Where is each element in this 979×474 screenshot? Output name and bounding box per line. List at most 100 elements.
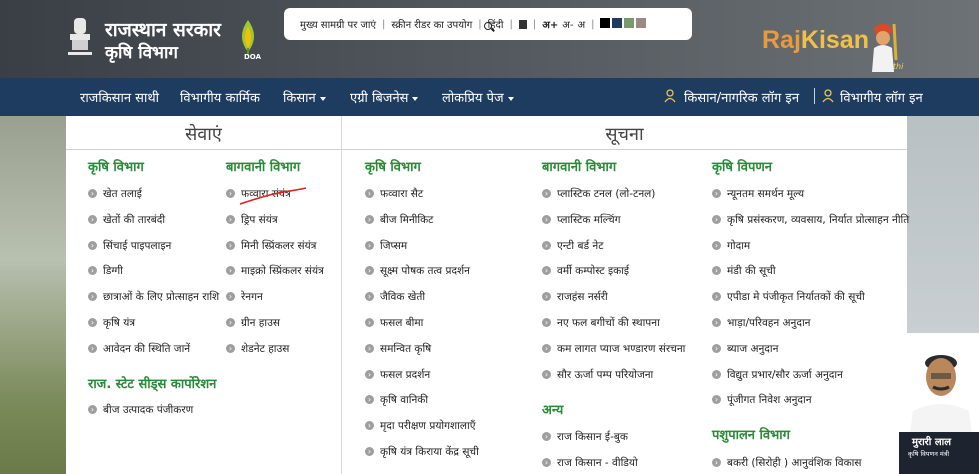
- info-other-item[interactable]: राज किसान - वीडियो: [542, 456, 638, 470]
- minister-portrait-icon: [903, 333, 979, 441]
- services-title-underline: [66, 149, 341, 150]
- info-agri-item[interactable]: फव्वारा सैट: [365, 187, 423, 201]
- info-market-item[interactable]: पूंजीगत निवेश अनुदान: [712, 393, 812, 407]
- services-horti-item[interactable]: ड्रिप संयंत्र: [226, 213, 278, 227]
- services-agri-item[interactable]: सिंचाई पाइपलाइन: [88, 239, 171, 253]
- chevron-down-icon: [412, 96, 419, 101]
- chevron-down-icon: [319, 96, 326, 101]
- info-agri-item[interactable]: सूक्ष्म पोषक तत्व प्रदर्शन: [365, 264, 470, 278]
- minister-name: मुरारी लाल: [912, 437, 951, 448]
- minister-photo: [903, 333, 979, 441]
- contrast-swatch-2[interactable]: [624, 17, 635, 28]
- info-horti-item[interactable]: प्लास्टिक टनल (लो-टनल): [542, 187, 655, 201]
- services-seeds-item[interactable]: बीज उत्पादक पंजीकरण: [88, 403, 193, 417]
- info-horti-item[interactable]: कम लागत प्याज भण्डारण संरचना: [542, 342, 685, 356]
- skip-to-main-link[interactable]: मुख्य सामग्री पर जाएं: [300, 17, 376, 31]
- nav-departmental-staff[interactable]: विभागीय कार्मिक: [180, 88, 260, 106]
- logo-raj: Raj: [762, 26, 801, 54]
- services-horti-item[interactable]: मिनी स्प्रिंकलर संयंत्र: [226, 239, 316, 253]
- contrast-swatches: [600, 17, 648, 31]
- info-agri-item[interactable]: फसल बीमा: [365, 316, 423, 330]
- services-agri-item[interactable]: आवेदन की स्थिति जानें: [88, 342, 190, 356]
- services-agri-heading: कृषि विभाग: [88, 160, 144, 175]
- nav-popular-pages-label: लोकप्रिय पेज: [442, 91, 504, 106]
- services-horti-item[interactable]: रेनगन: [226, 290, 263, 304]
- info-market-item[interactable]: न्यूनतम समर्थन मूल्य: [712, 187, 804, 201]
- info-market-item[interactable]: गोदाम: [712, 239, 750, 253]
- services-agri-item[interactable]: छात्राओं के लिए प्रोत्साहन राशि: [88, 290, 219, 304]
- nav-rajkisan-saathi[interactable]: राजकिसान साथी: [80, 88, 159, 106]
- font-normal-button[interactable]: अ: [577, 17, 585, 31]
- chevron-down-icon: [507, 96, 514, 101]
- nav-divider: [814, 88, 815, 104]
- header-title-line2: कृषि विभाग: [105, 43, 178, 63]
- info-agri-item[interactable]: बीज मिनीकिट: [365, 213, 433, 227]
- main-navbar: राजकिसान साथी विभागीय कार्मिक किसान एग्र…: [0, 78, 979, 116]
- services-agri-item[interactable]: खेतों की तारबंदी: [88, 213, 165, 227]
- info-market-heading: कृषि विपणन: [712, 160, 772, 175]
- services-horti-heading: बागवानी विभाग: [226, 160, 301, 175]
- contrast-swatch-0[interactable]: [600, 17, 611, 28]
- info-animal-item[interactable]: बकरी (सिरोही ) आनुवंशिक विकास: [712, 456, 862, 470]
- nav-kisan-label: किसान: [283, 91, 316, 106]
- info-agri-item[interactable]: समन्वित कृषि: [365, 342, 431, 356]
- info-market-item[interactable]: एपीडा मे पंजीकृत निर्यातकों की सूची: [712, 290, 865, 304]
- services-agri-item[interactable]: डिग्गी: [88, 264, 123, 278]
- info-horti-item[interactable]: एन्टी बर्ड नेट: [542, 239, 604, 253]
- state-emblem-icon: [68, 18, 92, 55]
- info-agri-item[interactable]: कृषि यंत्र किराया केंद्र सूची: [365, 445, 479, 459]
- info-market-item[interactable]: विद्युत प्रभार/सौर ऊर्जा अनुदान: [712, 368, 843, 382]
- services-horti-item[interactable]: ग्रीन हाउस: [226, 316, 280, 330]
- info-other-heading: अन्य: [542, 403, 564, 418]
- services-horti-item[interactable]: शेडनेट हाउस: [226, 342, 289, 356]
- red-annotation-scribble: [239, 187, 307, 205]
- info-horti-item[interactable]: वर्मी कम्पोस्ट इकाई: [542, 264, 629, 278]
- info-market-item[interactable]: ब्याज अनुदान: [712, 342, 778, 356]
- kisan-mega-menu: सेवाएं सूचना कृषि विभाग खेत तलाई खेतों की…: [66, 116, 909, 474]
- contrast-swatch-1[interactable]: [612, 17, 623, 28]
- services-title: सेवाएं: [185, 124, 222, 145]
- sitemap-icon[interactable]: [518, 19, 527, 29]
- info-agri-item[interactable]: जैविक खेती: [365, 290, 425, 304]
- info-agri-item[interactable]: फसल प्रदर्शन: [365, 368, 430, 382]
- info-agri-heading: कृषि विभाग: [365, 160, 421, 175]
- info-title: सूचना: [605, 124, 644, 145]
- services-horti-item[interactable]: माइक्रो स्प्रिंकलर संयंत्र: [226, 264, 324, 278]
- info-horti-item[interactable]: प्लास्टिक मल्चिंग: [542, 213, 621, 227]
- departmental-login-link[interactable]: विभागीय लॉग इन: [824, 88, 923, 106]
- logo-kisan: Kisan: [800, 26, 869, 54]
- contrast-swatch-3[interactable]: [636, 17, 647, 28]
- minister-title: कृषि विपणन मंत्री: [908, 450, 950, 458]
- farmer-citizen-login-link[interactable]: किसान/नागरिक लॉग इन: [684, 88, 799, 106]
- info-market-item[interactable]: भाड़ा/परिवहन अनुदान: [712, 316, 811, 330]
- site-header: राजस्थान सरकार कृषि विभाग DOA मुख्य सामग…: [0, 0, 979, 78]
- column-divider: [341, 116, 342, 474]
- services-agri-item[interactable]: खेत तलाई: [88, 187, 142, 201]
- farmer-mascot-icon: [872, 23, 898, 72]
- info-animal-heading: पशुपालन विभाग: [712, 428, 790, 443]
- nav-kisan[interactable]: किसान: [283, 88, 326, 106]
- search-icon[interactable]: [484, 22, 492, 30]
- info-horti-item[interactable]: राजहंस नर्सरी: [542, 290, 608, 304]
- info-agri-item[interactable]: मृदा परीक्षण प्रयोगशालाएँ: [365, 419, 476, 433]
- nav-agri-business-label: एग्री बिजनेस: [350, 91, 409, 106]
- user-login-icon: [664, 89, 676, 103]
- info-horti-heading: बागवानी विभाग: [542, 160, 617, 175]
- services-agri-item[interactable]: कृषि यंत्र: [88, 316, 135, 330]
- info-market-item[interactable]: मंडी की सूची: [712, 264, 776, 278]
- info-agri-item[interactable]: जिप्सम: [365, 239, 407, 253]
- font-increase-button[interactable]: अ+: [542, 17, 558, 31]
- nav-agri-business[interactable]: एग्री बिजनेस: [350, 88, 419, 106]
- info-horti-item[interactable]: नए फल बगीचों की स्थापना: [542, 316, 660, 330]
- font-decrease-button[interactable]: अ-: [562, 17, 573, 31]
- info-market-item[interactable]: कृषि प्रसंस्करण, व्यवसाय, निर्यात प्रोत्…: [712, 213, 909, 227]
- services-seeds-heading: राज. स्टेट सीड्स कार्पोरेशन: [88, 377, 217, 392]
- info-horti-item[interactable]: सौर ऊर्जा पम्प परियोजना: [542, 368, 653, 382]
- screen-reader-link[interactable]: स्क्रीन रीडर का उपयोग: [391, 17, 472, 31]
- rajkisan-saathi-logo[interactable]: RajKisan Saathi: [762, 26, 903, 71]
- info-title-underline: [342, 149, 907, 150]
- doa-label: DOA: [244, 53, 261, 61]
- info-other-item[interactable]: राज किसान ई-बुक: [542, 430, 628, 444]
- info-agri-item[interactable]: कृषि वानिकी: [365, 393, 428, 407]
- nav-popular-pages[interactable]: लोकप्रिय पेज: [442, 88, 514, 106]
